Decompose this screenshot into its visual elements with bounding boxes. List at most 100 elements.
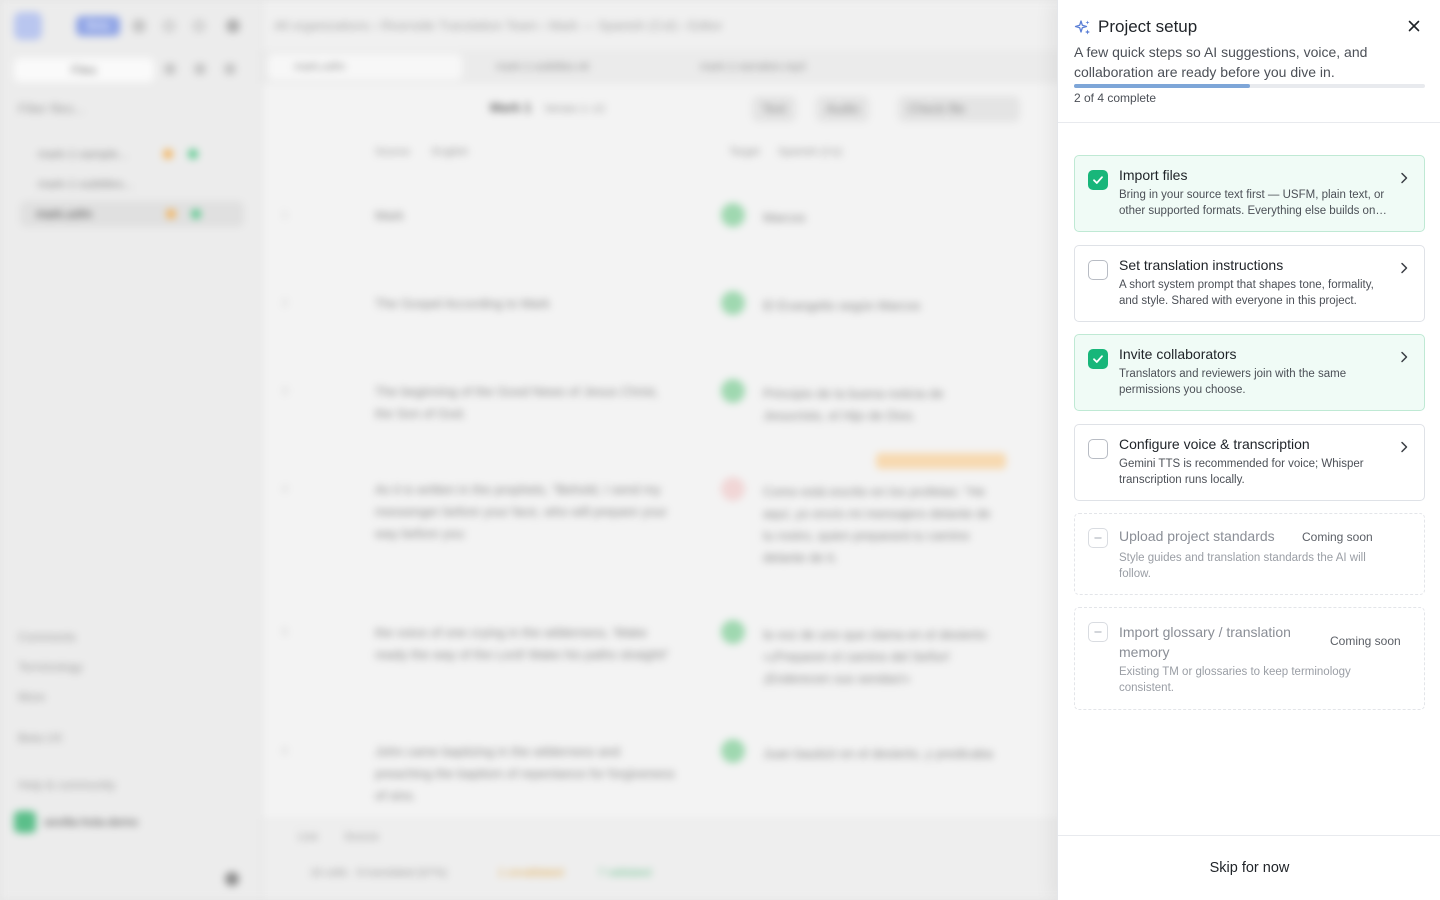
status-dot (166, 209, 176, 219)
source-cell[interactable]: John came baptizing in the wilderness an… (375, 741, 675, 807)
step-upload-standards: Upload project standards Coming soon Sty… (1074, 513, 1425, 595)
sidebar-link-terminology[interactable]: Terminology (18, 660, 83, 674)
source-cell[interactable]: the voice of one crying in the wildernes… (375, 622, 675, 666)
panel-title: Project setup (1098, 17, 1198, 36)
editor-footer (262, 820, 1062, 900)
project-setup-panel: Project setup A few quick steps so AI su… (1057, 0, 1440, 900)
step-title: Set translation instructions (1119, 257, 1284, 273)
progress-bar (1074, 84, 1425, 88)
files-button[interactable]: Files (14, 58, 154, 82)
validated-icon[interactable] (721, 203, 745, 227)
unvalidated-count: 1 unvalidated (498, 867, 564, 879)
step-translation-instructions[interactable]: Set translation instructions A short sys… (1074, 245, 1425, 322)
tab-narration[interactable]: mark-1-narration.mp3 (674, 54, 870, 80)
row-number: 3 (282, 386, 288, 397)
panel-footer: Skip for now (1058, 835, 1440, 900)
source-cell[interactable]: As it is written in the prophets, "Behol… (375, 479, 675, 545)
step-title: Import files (1119, 167, 1188, 183)
validated-icon[interactable] (721, 739, 745, 763)
target-cell[interactable]: la voz de uno que clama en el desierto: … (763, 624, 1003, 690)
text-mode-chip[interactable]: Text (752, 96, 796, 122)
app-logo (14, 12, 42, 40)
close-icon[interactable] (1404, 16, 1424, 36)
unvalidated-icon[interactable] (721, 477, 745, 501)
sidebar-link-more[interactable]: More (18, 690, 45, 704)
step-invite-collaborators[interactable]: Invite collaborators Translators and rev… (1074, 334, 1425, 411)
chevron-right-icon (1397, 171, 1411, 185)
audio-mode-chip[interactable]: Audio (816, 96, 870, 122)
step-description: Gemini TTS is recommended for voice; Whi… (1119, 458, 1364, 486)
validated-icon[interactable] (721, 379, 745, 403)
checkbox-empty[interactable] (1088, 439, 1108, 459)
file-item-active[interactable]: mark.usfm (20, 201, 244, 227)
step-description: Existing TM or glossaries to keep termin… (1119, 666, 1351, 694)
status-dot (163, 149, 173, 159)
sidebar: Beta Files Filter files... mark-1-sample… (0, 0, 262, 900)
step-configure-voice[interactable]: Configure voice & transcription Gemini T… (1074, 424, 1425, 501)
row-number: 4 (282, 484, 288, 495)
sparkle-icon (1074, 19, 1092, 37)
step-description: Translators and reviewers join with the … (1119, 368, 1347, 396)
forward-icon[interactable] (192, 19, 206, 33)
validated-icon[interactable] (721, 291, 745, 315)
row-number: 1 (282, 210, 288, 221)
file-item[interactable]: mark-1-sample... (38, 147, 128, 161)
minus-icon (1088, 528, 1108, 548)
file-item[interactable]: mark-1-subtitles... (38, 177, 133, 191)
help-icon[interactable] (225, 872, 239, 886)
source-mode[interactable]: Source (344, 831, 379, 843)
step-title: Import glossary / translation memory (1119, 624, 1291, 660)
target-cell[interactable]: Como está escrito en los profetas: "He a… (763, 481, 1003, 569)
sidebar-link-beta[interactable]: Beta UX (18, 731, 63, 745)
source-cell[interactable]: The Gospel According to Mark (375, 293, 675, 315)
target-cell[interactable]: El Evangelio según Marcos (763, 295, 1003, 317)
target-language: Spanish (Co) (778, 146, 843, 158)
filter-files-input[interactable]: Filter files... (18, 101, 84, 116)
source-cell[interactable]: Mark (375, 205, 675, 227)
row-number: 6 (282, 746, 288, 757)
beta-badge: Beta (76, 16, 120, 36)
live-mode[interactable]: Live (298, 831, 318, 843)
collapse-icon[interactable] (224, 63, 236, 75)
target-column-header: Target (729, 146, 760, 158)
chapter-label[interactable]: Mark 1 (490, 100, 531, 115)
validated-count: 7 validated (598, 867, 652, 879)
chevron-right-icon (1397, 261, 1411, 275)
check-file-chip[interactable]: Check file (898, 96, 1020, 122)
warning-badge (876, 453, 1006, 469)
back-icon[interactable] (162, 19, 176, 33)
tab-subtitles[interactable]: mark-1-subtitles.vtt (470, 54, 666, 80)
new-file-icon[interactable] (164, 63, 176, 75)
layout-icon[interactable] (226, 19, 240, 33)
check-icon[interactable] (1088, 170, 1108, 190)
target-cell[interactable]: Juan bautizó en el desierto, y predicaba… (763, 743, 1003, 765)
step-title: Invite collaborators (1119, 346, 1237, 362)
step-title: Upload project standards (1119, 528, 1275, 544)
target-cell[interactable]: Marcos (763, 207, 1003, 229)
org-avatar (14, 811, 36, 833)
chevron-right-icon (1397, 440, 1411, 454)
progress-fill (1074, 84, 1250, 88)
settings-icon[interactable] (132, 19, 146, 33)
tab-mark-usfm[interactable]: mark.usfm (268, 54, 462, 80)
sidebar-link-help[interactable]: Help & community (18, 778, 115, 792)
new-folder-icon[interactable] (194, 63, 206, 75)
source-cell[interactable]: The beginning of the Good News of Jesus … (375, 381, 675, 425)
step-import-files[interactable]: Import files Bring in your source text f… (1074, 155, 1425, 232)
panel-subtitle: A few quick steps so AI suggestions, voi… (1074, 44, 1368, 80)
coming-soon-tag: Coming soon (1330, 634, 1401, 648)
source-column-header: Source (375, 146, 410, 158)
skip-for-now-button[interactable]: Skip for now (1058, 836, 1440, 900)
status-dot (191, 209, 201, 219)
org-name[interactable]: sevilla-hola-demo (44, 815, 138, 829)
source-language: English (432, 146, 469, 158)
validated-icon[interactable] (721, 620, 745, 644)
check-icon[interactable] (1088, 349, 1108, 369)
sidebar-link-comments[interactable]: Comments (18, 630, 76, 644)
step-description: Bring in your source text first — USFM, … (1119, 189, 1385, 217)
breadcrumb[interactable]: All organizations › Riverside Translatio… (274, 18, 722, 33)
minus-icon (1088, 622, 1108, 642)
row-number: 2 (282, 298, 288, 309)
target-cell[interactable]: Principio de la buena noticia de Jesucri… (763, 383, 1003, 427)
checkbox-empty[interactable] (1088, 260, 1108, 280)
